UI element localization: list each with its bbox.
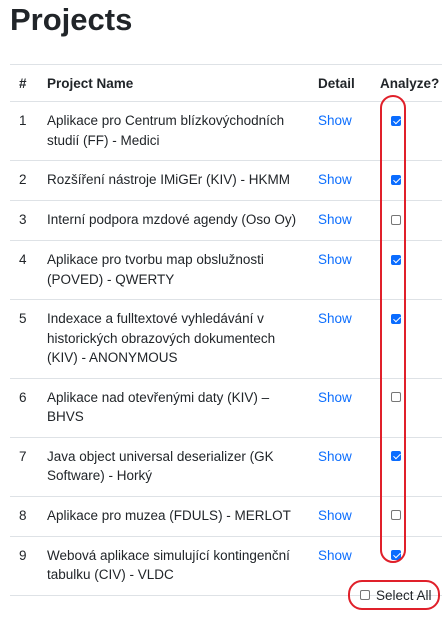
table-row: 2 Rozšíření nástroje IMiGEr (KIV) - HKMM… xyxy=(10,160,442,201)
select-all-control[interactable]: Select All xyxy=(348,580,440,610)
row-number: 1 xyxy=(10,101,37,161)
project-name: Aplikace pro tvorbu map obslužnosti (POV… xyxy=(37,240,318,300)
analyze-checkbox[interactable] xyxy=(391,214,401,225)
show-link[interactable]: Show xyxy=(318,311,352,326)
page-title: Projects xyxy=(10,2,133,37)
project-name: Interní podpora mzdové agendy (Oso Oy) xyxy=(37,200,318,241)
row-number: 2 xyxy=(10,160,37,201)
row-number: 9 xyxy=(10,536,37,596)
header-detail: Detail xyxy=(318,64,372,102)
select-all-label: Select All xyxy=(376,587,432,603)
project-name: Indexace a fulltextové vyhledávání v his… xyxy=(37,299,318,379)
table-row: 3 Interní podpora mzdové agendy (Oso Oy)… xyxy=(10,200,442,241)
project-name: Aplikace pro Centrum blízkovýchodních st… xyxy=(37,101,318,161)
show-link[interactable]: Show xyxy=(318,252,352,267)
project-name: Aplikace pro muzea (FDULS) - MERLOT xyxy=(37,496,318,537)
row-number: 6 xyxy=(10,378,37,438)
row-number: 8 xyxy=(10,496,37,537)
header-analyze: Analyze? xyxy=(372,64,442,102)
show-link[interactable]: Show xyxy=(318,113,352,128)
table-row: 7 Java object universal deserializer (GK… xyxy=(10,437,442,497)
select-all-checkbox[interactable] xyxy=(360,590,370,600)
project-name: Rozšíření nástroje IMiGEr (KIV) - HKMM xyxy=(37,160,318,201)
show-link[interactable]: Show xyxy=(318,172,352,187)
row-number: 5 xyxy=(10,299,37,379)
show-link[interactable]: Show xyxy=(318,508,352,523)
table-row: 4 Aplikace pro tvorbu map obslužnosti (P… xyxy=(10,240,442,300)
row-number: 3 xyxy=(10,200,37,241)
header-project-name: Project Name xyxy=(37,64,318,102)
show-link[interactable]: Show xyxy=(318,548,352,563)
project-name: Aplikace nad otevřenými daty (KIV) – BHV… xyxy=(37,378,318,438)
analyze-checkbox[interactable] xyxy=(391,392,401,402)
analyze-checkbox[interactable] xyxy=(391,254,401,265)
table-row: 5 Indexace a fulltextové vyhledávání v h… xyxy=(10,299,442,379)
table-row: 1 Aplikace pro Centrum blízkovýchodních … xyxy=(10,101,442,161)
analyze-checkbox[interactable] xyxy=(391,451,401,461)
project-name: Java object universal deserializer (GK S… xyxy=(37,437,318,497)
show-link[interactable]: Show xyxy=(318,390,352,405)
table-header-row: # Project Name Detail Analyze? xyxy=(10,64,442,102)
analyze-checkbox[interactable] xyxy=(391,115,401,126)
show-link[interactable]: Show xyxy=(318,449,352,464)
analyze-checkbox[interactable] xyxy=(391,174,401,185)
analyze-checkbox[interactable] xyxy=(391,510,401,520)
show-link[interactable]: Show xyxy=(318,212,352,227)
table-row: 8 Aplikace pro muzea (FDULS) - MERLOT Sh… xyxy=(10,496,442,537)
header-number: # xyxy=(10,64,37,102)
row-number: 7 xyxy=(10,437,37,497)
projects-table: # Project Name Detail Analyze? 1 Aplikac… xyxy=(10,64,442,596)
table-row: 6 Aplikace nad otevřenými daty (KIV) – B… xyxy=(10,378,442,438)
analyze-checkbox[interactable] xyxy=(391,313,401,324)
project-name: Webová aplikace simulující kontingenční … xyxy=(37,536,318,596)
analyze-checkbox[interactable] xyxy=(391,550,401,560)
row-number: 4 xyxy=(10,240,37,300)
